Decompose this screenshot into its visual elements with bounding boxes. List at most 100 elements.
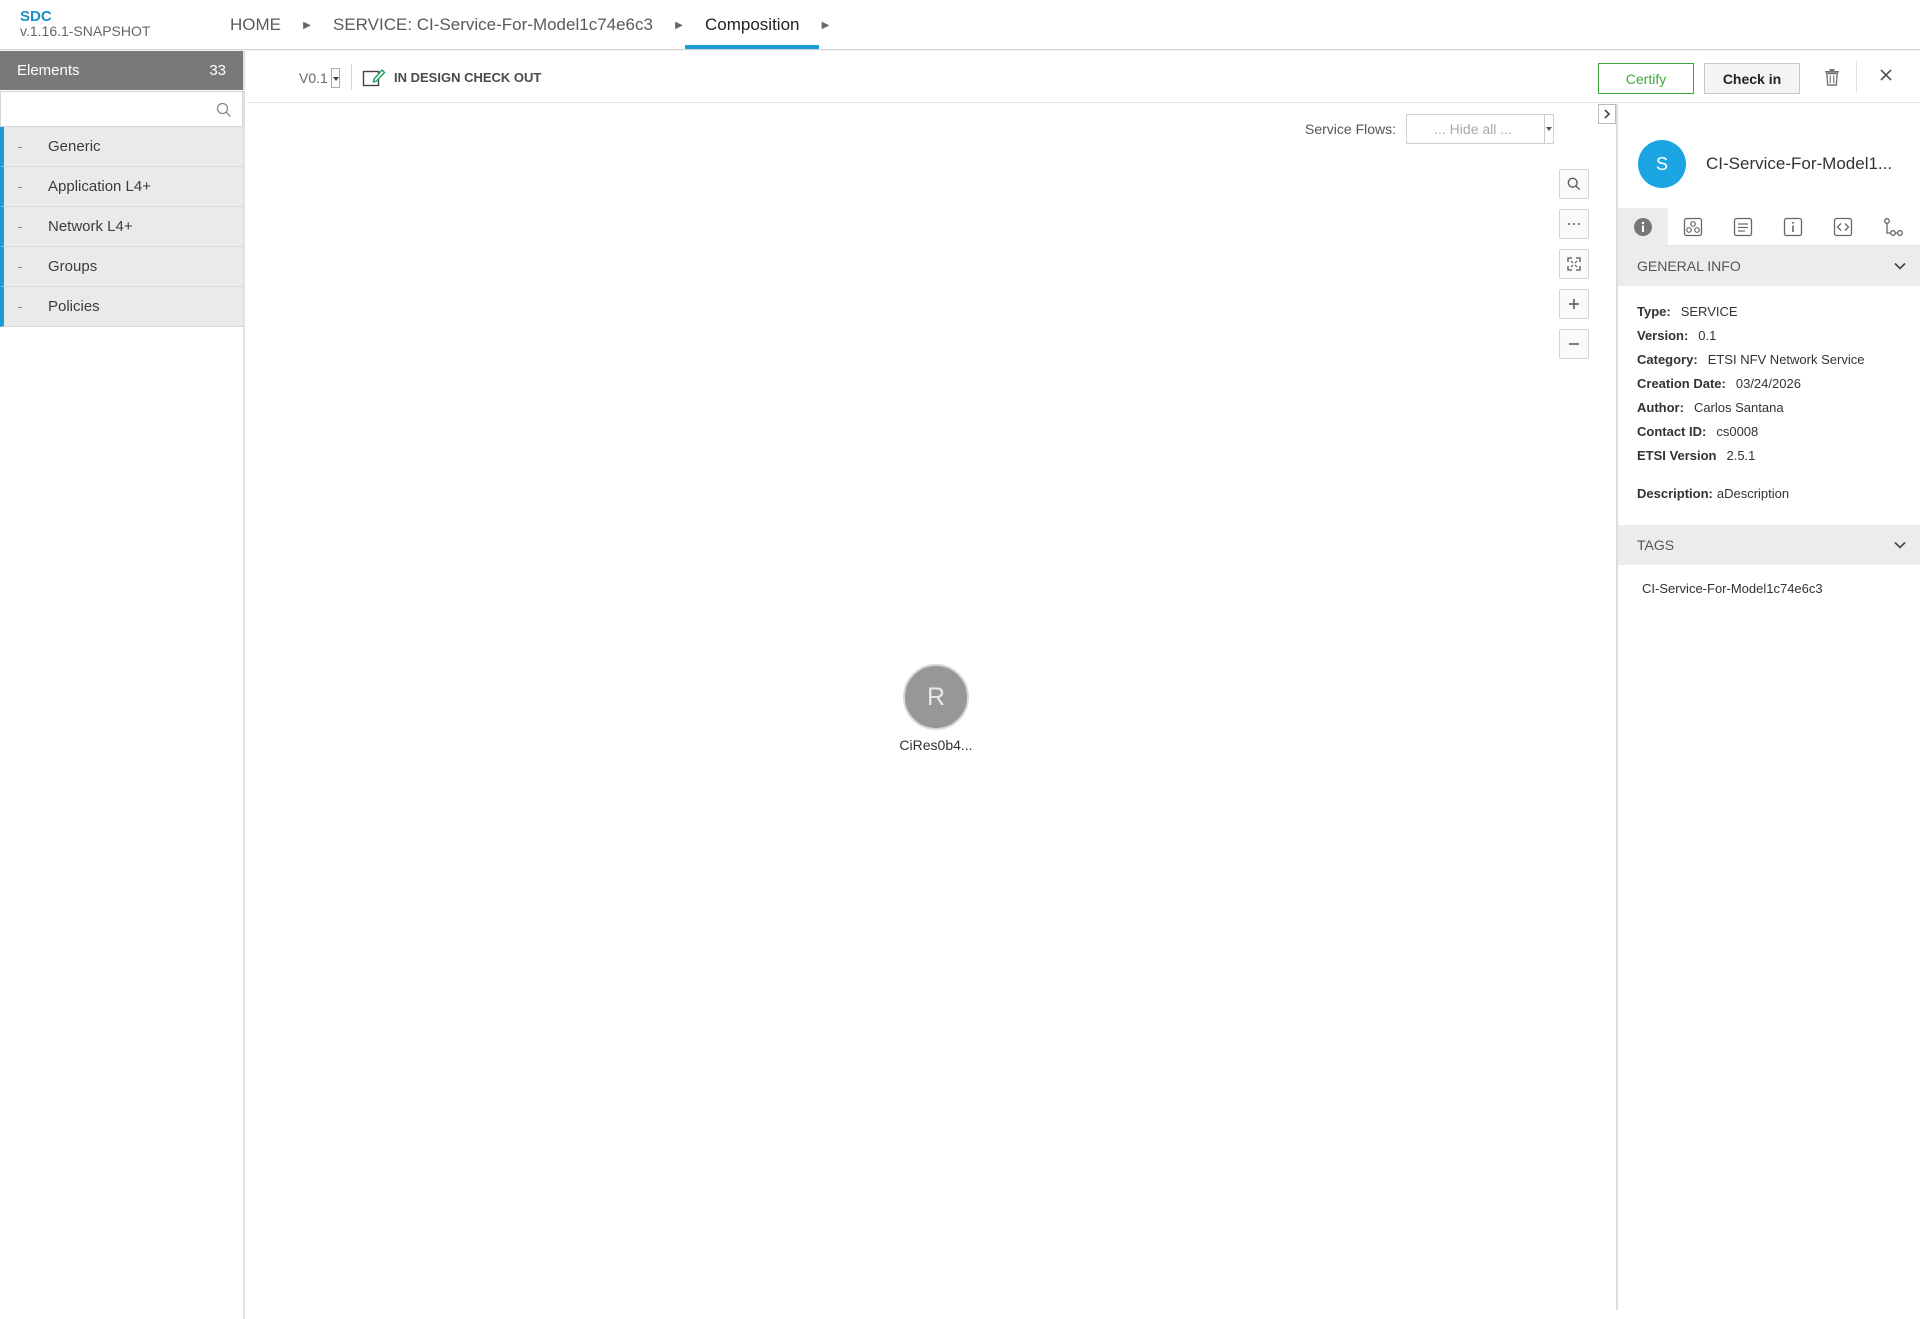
palette-group-groups[interactable]: - Groups: [0, 247, 243, 287]
canvas-node-resource[interactable]: R CiRes0b4...: [896, 664, 976, 753]
info-key: Creation Date:: [1637, 376, 1726, 391]
general-info-section-toggle[interactable]: GENERAL INFO: [1618, 246, 1920, 286]
tags-title: TAGS: [1637, 537, 1675, 553]
service-flows: Service Flows: ... Hide all ...: [1305, 114, 1555, 144]
checkout-edit-icon: [362, 68, 386, 87]
zoom-out-button[interactable]: [1559, 329, 1589, 359]
code-icon: [1833, 217, 1853, 237]
palette-group-label: Groups: [48, 258, 98, 275]
search-icon: [1567, 177, 1581, 191]
elements-count: 33: [209, 62, 226, 79]
app-logo[interactable]: SDC v.1.16.1-SNAPSHOT: [20, 9, 150, 39]
node-label: CiRes0b4...: [899, 737, 973, 753]
chevron-right-icon[interactable]: ▶: [819, 20, 831, 31]
collapse-dash-icon: -: [18, 259, 23, 274]
info-circle-icon: [1634, 218, 1652, 236]
canvas-search-button[interactable]: [1559, 169, 1589, 199]
chevron-right-icon: [1604, 109, 1611, 119]
minus-icon: [1569, 343, 1579, 345]
app-name: SDC: [20, 8, 52, 25]
info-type: Type: SERVICE: [1637, 300, 1901, 324]
info-key: Contact ID:: [1637, 424, 1707, 439]
info-key: Author:: [1637, 400, 1684, 415]
info-value: SERVICE: [1680, 304, 1738, 319]
general-info-title: GENERAL INFO: [1637, 258, 1741, 274]
status-text: IN DESIGN CHECK OUT: [394, 69, 542, 85]
info-key: Version:: [1637, 328, 1689, 343]
canvas-fit-button[interactable]: [1559, 249, 1589, 279]
service-flows-select[interactable]: ... Hide all ...: [1406, 114, 1555, 144]
lifecycle-status: IN DESIGN CHECK OUT: [362, 67, 541, 87]
collapse-dash-icon: -: [18, 139, 23, 154]
info-etsi-version: ETSI Version 2.5.1: [1637, 444, 1901, 468]
info-value: 0.1: [1698, 328, 1717, 343]
breadcrumb-service[interactable]: SERVICE: CI-Service-For-Model1c74e6c3: [313, 0, 673, 50]
fit-to-screen-icon: [1567, 257, 1581, 271]
info-creation-date: Creation Date: 03/24/2026: [1637, 372, 1901, 396]
info-author: Author: Carlos Santana: [1637, 396, 1901, 420]
chevron-right-icon[interactable]: ▶: [673, 20, 685, 31]
collapse-panel-button[interactable]: [1598, 104, 1616, 124]
check-in-button[interactable]: Check in: [1704, 63, 1800, 94]
description-key: Description:: [1637, 486, 1713, 501]
info-key: Category:: [1637, 352, 1698, 367]
palette-group-label: Network L4+: [48, 218, 133, 235]
app-version: v.1.16.1-SNAPSHOT: [20, 23, 151, 39]
info-key: ETSI Version: [1637, 448, 1717, 463]
search-icon[interactable]: [216, 102, 232, 118]
elements-palette: Elements 33 - Generic - Application L4+ …: [0, 51, 245, 1319]
composition-canvas[interactable]: Service Flows: ... Hide all ... R CiRes0…: [247, 104, 1615, 1310]
toolbar-divider: [1856, 61, 1857, 93]
version-select[interactable]: V0.1: [299, 68, 340, 88]
dropdown-arrow-icon[interactable]: [330, 68, 340, 88]
elements-search-input[interactable]: [1, 92, 242, 126]
dropdown-arrow-icon[interactable]: [1544, 115, 1553, 143]
collapse-dash-icon: -: [18, 179, 23, 194]
node-icon[interactable]: R: [903, 664, 969, 730]
elements-search: [0, 91, 243, 127]
version-value: V0.1: [299, 70, 328, 86]
service-avatar: S: [1638, 140, 1686, 188]
palette-group-policies[interactable]: - Policies: [0, 287, 243, 327]
details-panel: S CI-Service-For-Model1... GENERAL INFO …: [1616, 104, 1920, 1310]
palette-group-label: Policies: [48, 298, 100, 315]
info-category: Category: ETSI NFV Network Service: [1637, 348, 1901, 372]
info-contact-id: Contact ID: cs0008: [1637, 420, 1901, 444]
info-value: Carlos Santana: [1693, 400, 1784, 415]
trash-icon[interactable]: [1824, 68, 1840, 86]
info-value: 2.5.1: [1726, 448, 1756, 463]
info-value: 03/24/2026: [1735, 376, 1801, 391]
info-version: Version: 0.1: [1637, 324, 1901, 348]
info-value: cs0008: [1716, 424, 1759, 439]
palette-group-generic[interactable]: - Generic: [0, 127, 243, 167]
palette-group-application[interactable]: - Application L4+: [0, 167, 243, 207]
toolbar-divider: [351, 64, 352, 90]
certify-button[interactable]: Certify: [1598, 63, 1694, 94]
breadcrumb-composition[interactable]: Composition: [684, 0, 820, 50]
more-dots-icon: [1568, 223, 1580, 225]
hierarchy-icon: [1884, 218, 1903, 236]
details-title: CI-Service-For-Model1...: [1706, 154, 1893, 173]
general-info-body: Type: SERVICE Version: 0.1 Category: ETSI N…: [1618, 286, 1920, 525]
composition-toolbar: V0.1 IN DESIGN CHECK OUT Certify Check i…: [247, 51, 1920, 103]
plus-icon: [1569, 299, 1579, 309]
close-icon[interactable]: [1879, 68, 1893, 82]
tags-section-toggle[interactable]: TAGS: [1618, 525, 1920, 565]
breadcrumb: HOME ▶ SERVICE: CI-Service-For-Model1c74…: [210, 0, 831, 50]
info-description: Description: aDescription: [1637, 486, 1901, 501]
elements-header: Elements 33: [0, 51, 243, 90]
canvas-more-button[interactable]: [1559, 209, 1589, 239]
collapse-dash-icon: -: [18, 219, 23, 234]
palette-group-label: Generic: [48, 138, 101, 155]
palette-group-label: Application L4+: [48, 178, 151, 195]
info-value: ETSI NFV Network Service: [1707, 352, 1865, 367]
breadcrumb-home[interactable]: HOME: [210, 0, 301, 50]
zoom-in-button[interactable]: [1559, 289, 1589, 319]
tag-item: CI-Service-For-Model1c74e6c3: [1642, 581, 1823, 596]
chevron-down-icon: [1894, 262, 1906, 270]
service-flows-value: ... Hide all ...: [1434, 121, 1512, 137]
collapse-dash-icon: -: [18, 299, 23, 314]
palette-group-network[interactable]: - Network L4+: [0, 207, 243, 247]
chevron-right-icon[interactable]: ▶: [301, 20, 313, 31]
list-icon: [1733, 217, 1753, 237]
